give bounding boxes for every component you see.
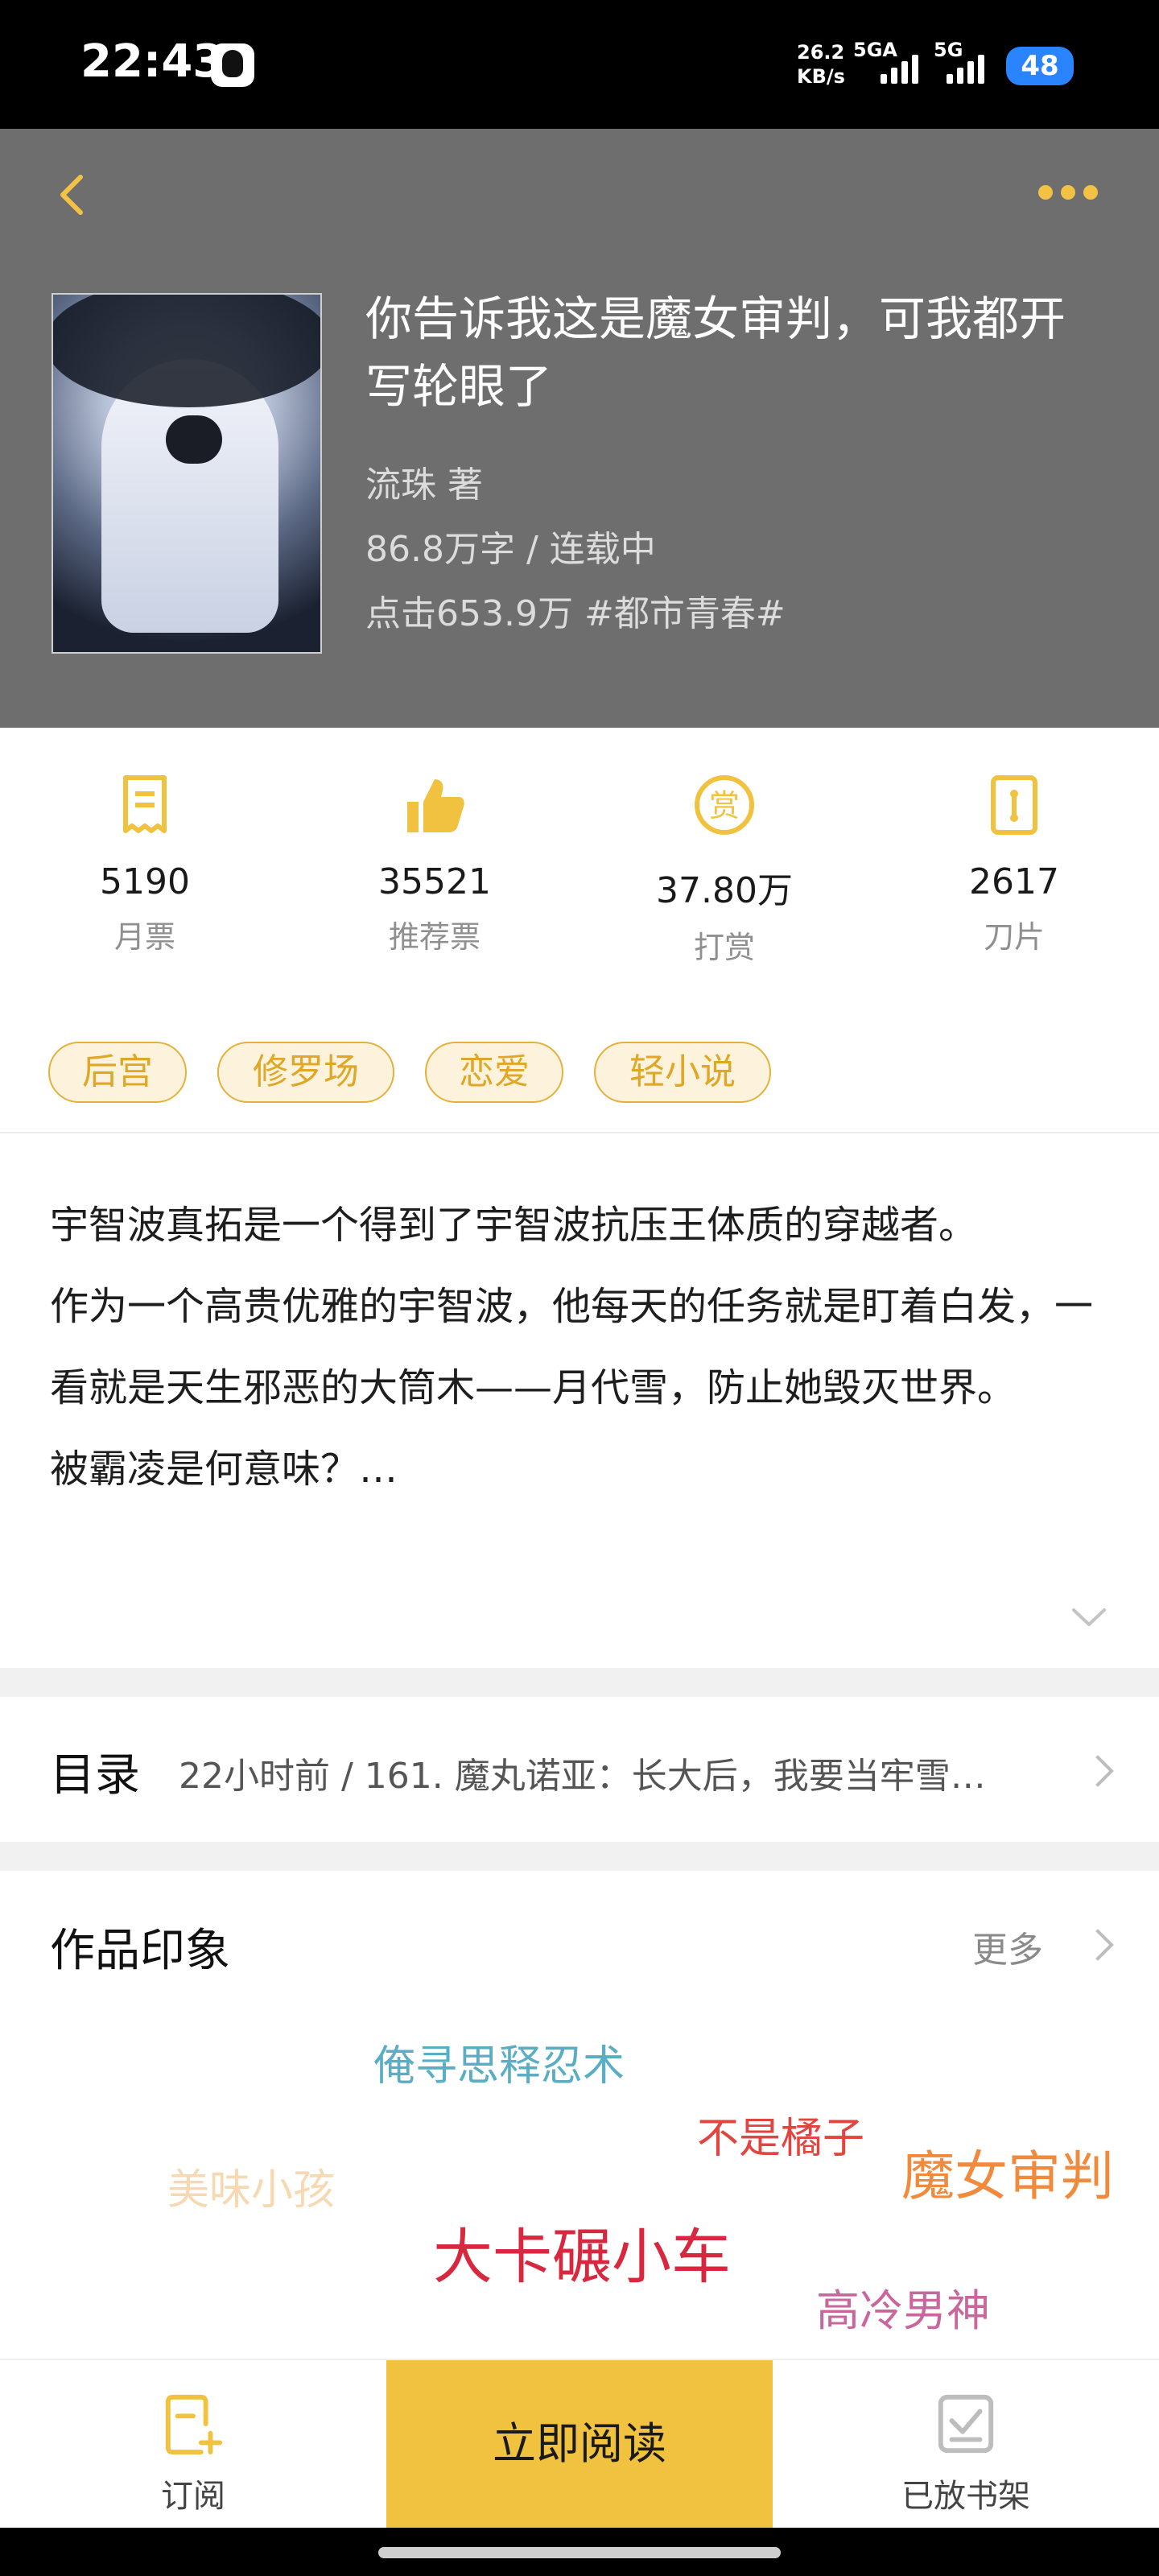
book-description[interactable]: 宇智波真拓是一个得到了宇智波抗压王体质的穿越者。 作为一个高贵优雅的宇智波，他每… [50,1185,1120,1510]
impression-word[interactable]: 魔女审判 [901,2133,1114,2211]
tag-love-triangle[interactable]: 修罗场 [217,1042,394,1103]
stat-reward[interactable]: 赏 37.80万 打赏 [604,773,845,967]
stat-value: 35521 [378,861,491,902]
description-line: 被霸凌是何意味？… [50,1447,398,1492]
stat-blade[interactable]: 2617 刀片 [893,773,1135,956]
impression-word[interactable]: 高冷男神 [816,2275,990,2339]
bookshelf-check-icon [938,2394,994,2454]
stat-label: 月票 [113,919,175,955]
network-speed-unit: KB/s [797,65,845,88]
home-gesture-handle[interactable] [378,2547,781,2558]
on-shelf-label: 已放书架 [901,2478,1030,2515]
subscribe-label: 订阅 [161,2478,225,2515]
stat-monthly-ticket[interactable]: 5190 月票 [24,773,266,956]
stat-label: 打赏 [693,930,755,965]
description-line: 宇智波真拓是一个得到了宇智波抗压王体质的穿越者。 [50,1203,978,1248]
book-cover-image[interactable] [52,293,322,654]
divider [0,1132,1159,1133]
status-bar: 22:43 26.2 KB/s 5GA 5G 48 [0,0,1159,129]
tag-romance[interactable]: 恋爱 [425,1042,563,1103]
battery-indicator: 48 [1006,47,1074,85]
network-speed-value: 26.2 [797,41,845,64]
stat-value: 5190 [100,861,190,902]
toc-title: 目录 [50,1749,140,1802]
impression-word[interactable]: 不是橘子 [697,2104,864,2165]
section-divider [0,1668,1159,1697]
network-speed: 26.2 KB/s [797,40,845,89]
impressions-more-link[interactable]: 更多 [972,1921,1043,1972]
tag-harem[interactable]: 后宫 [48,1042,187,1103]
stat-label: 推荐票 [388,919,481,955]
book-author[interactable]: 流珠 著 [365,456,483,507]
qq-notification-icon [211,43,254,87]
subscribe-button[interactable]: 订阅 [72,2392,314,2516]
signal-2-icon [947,52,984,84]
on-shelf-button[interactable]: 已放书架 [845,2392,1087,2516]
book-words-status: 86.8万字 / 连载中 [365,529,656,570]
signal-1-icon [881,52,918,84]
read-now-button[interactable]: 立即阅读 [386,2360,773,2528]
stat-recommend-ticket[interactable]: 35521 推荐票 [314,773,555,956]
description-line: 作为一个高贵优雅的宇智波，他每天的任务就是盯着白发，一看就是天生邪恶的大筒木——… [50,1284,1094,1410]
stat-value: 2617 [969,861,1059,902]
more-options-icon[interactable] [1038,185,1111,204]
impression-word[interactable]: 大卡碾小车 [433,2209,731,2295]
book-title: 你告诉我这是魔女审判，可我都开写轮眼了 [365,291,1066,414]
blade-card-icon [991,775,1037,835]
thumbs-up-icon [407,779,464,832]
svg-text:赏: 赏 [709,788,740,824]
subscribe-icon [165,2394,223,2455]
impression-word[interactable]: 俺寻思释忍术 [373,2032,625,2092]
expand-chevron-icon[interactable] [1070,1607,1107,1628]
section-divider [0,1842,1159,1871]
tag-light-novel[interactable]: 轻小说 [594,1042,771,1103]
stat-value: 37.80万 [656,870,793,911]
reward-coin-icon: 赏 [695,775,754,835]
toc-latest-chapter: 22小时前 / 161. 魔丸诺亚：长大后，我要当牢雪… [179,1756,986,1797]
status-time: 22:43 [80,35,225,88]
book-clicks-genre: 点击653.9万 #都市青春# [365,593,786,634]
chevron-right-icon[interactable] [1082,1929,1114,1961]
monthly-ticket-icon [123,775,167,833]
stat-label: 刀片 [983,919,1045,955]
back-arrow-icon[interactable] [50,171,98,219]
impressions-title: 作品印象 [50,1925,230,1977]
impression-word[interactable]: 美味小孩 [167,2156,335,2216]
